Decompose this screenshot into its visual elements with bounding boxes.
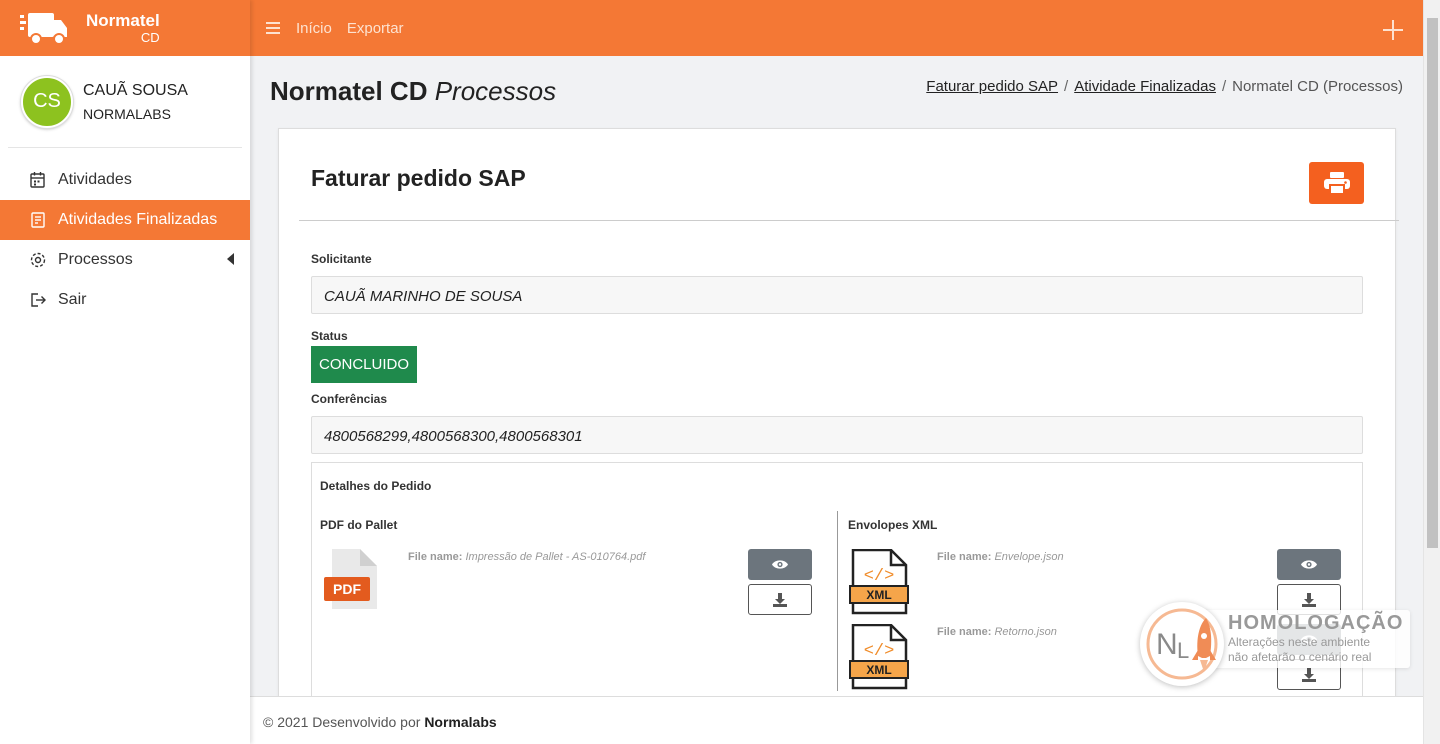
homologacao-line-2: não afetarão o cenário real — [1228, 650, 1372, 664]
breadcrumb-separator: / — [1064, 78, 1069, 95]
xml-file-name-value: Envelope.json — [994, 551, 1064, 563]
user-info: CAUÃ SOUSA NORMALABS — [83, 82, 188, 122]
truck-icon — [20, 13, 67, 45]
sidebar-item-label: Atividades Finalizadas — [58, 211, 218, 228]
svg-text:N: N — [1156, 628, 1178, 661]
file-name-label: File name: — [408, 551, 463, 563]
xml-view-button-1[interactable] — [1277, 549, 1341, 580]
checklist-icon — [29, 211, 47, 229]
sidebar: Normatel CD CS CAUÃ SOUSA NORMALABS Ativ… — [0, 0, 250, 744]
sidebar-item-label: Processos — [58, 251, 133, 268]
page-title-sub: Processos — [434, 76, 557, 106]
eye-icon — [772, 560, 788, 569]
brand-sub: CD — [140, 30, 160, 45]
homologacao-badge: N L HOMOLOGAÇÃO Alterações neste ambient… — [1140, 602, 1412, 688]
print-button[interactable] — [1309, 162, 1364, 204]
file-name-label: File name: — [937, 551, 992, 563]
xml-icon-label: XML — [866, 663, 891, 677]
breadcrumb: Faturar pedido SAP / Atividade Finalizadas… — [926, 78, 1403, 95]
pdf-file-name: File name: Impressão de Pallet - AS-0107… — [408, 551, 645, 563]
footer-text: © 2021 Desenvolvido por — [263, 714, 421, 730]
page-scrollbar[interactable] — [1423, 0, 1440, 744]
sidebar-item-label: Sair — [58, 291, 87, 308]
details-title: Detalhes do Pedido — [320, 479, 432, 493]
column-separator — [837, 511, 838, 691]
download-icon — [773, 592, 787, 607]
breadcrumb-current: Normatel CD (Processos) — [1232, 78, 1403, 95]
avatar[interactable]: CS — [21, 75, 73, 128]
breadcrumb-link-faturar[interactable]: Faturar pedido SAP — [926, 78, 1058, 95]
sidebar-item-sair[interactable]: Sair — [0, 280, 250, 320]
xml-column-title: Envolopes XML — [848, 518, 938, 532]
xml-file-name-value: Retorno.json — [994, 626, 1057, 638]
pdf-download-button[interactable] — [748, 584, 812, 615]
sidebar-item-atividades[interactable]: Atividades — [0, 160, 250, 200]
homologacao-line-1: Alterações neste ambiente — [1228, 635, 1371, 649]
logout-icon — [29, 291, 47, 309]
homologacao-text: Alterações neste ambiente não afetarão o… — [1228, 635, 1371, 665]
xml-icon-label: XML — [866, 588, 891, 602]
xml-file-icon: </> XML — [849, 624, 909, 690]
xml-file-name-1: File name: Envelope.json — [937, 551, 1064, 563]
user-org: NORMALABS — [83, 105, 171, 122]
calendar-icon — [29, 171, 47, 189]
brand-name: Normatel — [86, 11, 160, 30]
brand[interactable]: Normatel CD — [0, 0, 250, 56]
pdf-icon-label: PDF — [333, 581, 361, 597]
plus-icon[interactable] — [1383, 20, 1403, 40]
topbar-link-inicio[interactable]: Início — [296, 20, 332, 37]
breadcrumb-separator: / — [1221, 78, 1227, 95]
brand-text: Normatel CD — [86, 12, 160, 44]
homologacao-title: HOMOLOGAÇÃO — [1228, 612, 1404, 634]
topbar: Início Exportar — [250, 0, 1423, 56]
page-title: Normatel CD Processos — [270, 76, 556, 107]
user-name: CAUÃ SOUSA — [83, 81, 188, 99]
hamburger-menu-icon[interactable] — [266, 22, 280, 34]
process-icon — [29, 251, 47, 269]
solicitante-field[interactable]: CAUÃ MARINHO DE SOUSA — [311, 276, 1363, 314]
pdf-file-name-value: Impressão de Pallet - AS-010764.pdf — [465, 551, 646, 563]
card-title: Faturar pedido SAP — [311, 165, 526, 191]
chevron-left-icon — [227, 253, 234, 265]
sidebar-item-label: Atividades — [58, 171, 132, 188]
normalabs-rocket-logo: N L — [1140, 602, 1224, 686]
sidebar-nav: Atividades Atividades Finalizadas Proces… — [0, 160, 250, 320]
user-panel: CS CAUÃ SOUSA NORMALABS — [8, 56, 242, 148]
svg-text:</>: </> — [864, 642, 895, 661]
svg-text:</>: </> — [864, 567, 895, 586]
pdf-column-title: PDF do Pallet — [320, 518, 398, 532]
card-divider — [299, 220, 1399, 221]
status-label: Status — [311, 329, 348, 343]
conferencias-label: Conferências — [311, 392, 388, 406]
page-header: Normatel CD Processos Faturar pedido SAP… — [270, 72, 1403, 112]
xml-file-name-2: File name: Retorno.json — [937, 626, 1057, 638]
pdf-view-button[interactable] — [748, 549, 812, 580]
sidebar-item-atividades-finalizadas[interactable]: Atividades Finalizadas — [0, 200, 250, 240]
xml-file-icon: </> XML — [849, 549, 909, 615]
topbar-link-exportar[interactable]: Exportar — [347, 20, 404, 37]
sidebar-item-processos[interactable]: Processos — [0, 240, 250, 280]
file-name-label: File name: — [937, 626, 992, 638]
eye-icon — [1301, 560, 1317, 569]
printer-icon — [1323, 172, 1350, 194]
footer: © 2021 Desenvolvido por Normalabs — [250, 696, 1423, 744]
pdf-file-icon: PDF — [324, 549, 377, 609]
solicitante-label: Solicitante — [311, 252, 372, 266]
breadcrumb-link-atividade-finalizadas[interactable]: Atividade Finalizadas — [1074, 78, 1216, 95]
footer-company[interactable]: Normalabs — [424, 714, 496, 730]
scrollbar-thumb[interactable] — [1427, 18, 1438, 548]
svg-text:L: L — [1177, 638, 1189, 663]
status-badge: CONCLUIDO — [311, 346, 417, 383]
conferencias-field[interactable]: 4800568299,4800568300,4800568301 — [311, 416, 1363, 454]
page-title-main: Normatel CD — [270, 76, 428, 106]
